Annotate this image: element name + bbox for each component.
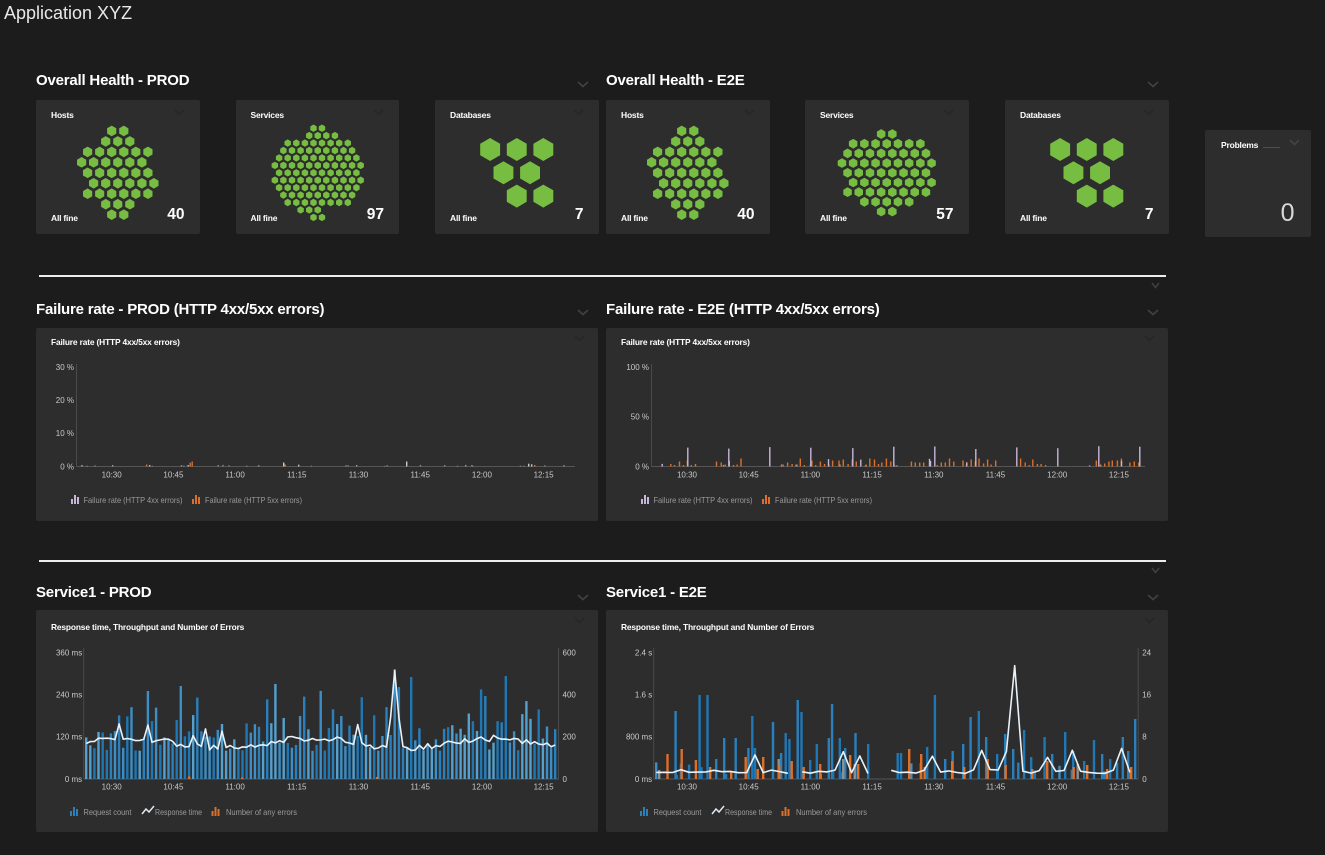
- svg-text:10:45: 10:45: [163, 783, 184, 792]
- svg-text:0: 0: [563, 775, 568, 784]
- svg-text:11:30: 11:30: [924, 783, 944, 792]
- svg-text:100 %: 100 %: [626, 363, 649, 372]
- svg-text:12:00: 12:00: [472, 471, 493, 480]
- svg-text:10:30: 10:30: [677, 783, 698, 792]
- svg-text:11:15: 11:15: [287, 783, 307, 792]
- svg-text:10:45: 10:45: [739, 471, 760, 480]
- svg-text:11:00: 11:00: [225, 471, 245, 480]
- svg-text:Response time: Response time: [155, 807, 202, 817]
- svg-text:Request count: Request count: [654, 807, 703, 817]
- svg-text:120 ms: 120 ms: [56, 733, 82, 742]
- svg-text:50 %: 50 %: [631, 413, 649, 422]
- svg-text:11:30: 11:30: [349, 783, 369, 792]
- svg-text:240 ms: 240 ms: [56, 690, 82, 699]
- svg-text:Failure rate (HTTP 4xx errors): Failure rate (HTTP 4xx errors): [654, 495, 753, 505]
- svg-text:11:15: 11:15: [862, 471, 882, 480]
- svg-text:24: 24: [1142, 648, 1151, 657]
- svg-text:600: 600: [563, 648, 577, 657]
- svg-text:200: 200: [563, 733, 577, 742]
- svg-text:20 %: 20 %: [56, 396, 74, 405]
- svg-text:800 ms: 800 ms: [626, 733, 652, 742]
- svg-text:10:30: 10:30: [102, 783, 123, 792]
- svg-text:1.6 s: 1.6 s: [635, 690, 652, 699]
- svg-text:10:45: 10:45: [163, 471, 184, 480]
- svg-text:11:15: 11:15: [862, 783, 882, 792]
- svg-text:10:45: 10:45: [739, 783, 760, 792]
- svg-text:Response time: Response time: [725, 807, 772, 817]
- svg-text:11:15: 11:15: [287, 471, 307, 480]
- svg-text:11:45: 11:45: [410, 471, 430, 480]
- svg-text:12:00: 12:00: [1047, 471, 1068, 480]
- svg-text:11:00: 11:00: [225, 783, 245, 792]
- svg-text:12:15: 12:15: [1109, 783, 1130, 792]
- svg-text:11:45: 11:45: [986, 783, 1006, 792]
- svg-text:10:30: 10:30: [102, 471, 123, 480]
- svg-text:10 %: 10 %: [56, 429, 74, 438]
- svg-text:0 ms: 0 ms: [635, 775, 652, 784]
- svg-text:8: 8: [1142, 733, 1147, 742]
- svg-text:12:00: 12:00: [472, 783, 493, 792]
- svg-text:30 %: 30 %: [56, 363, 74, 372]
- svg-text:0: 0: [1142, 775, 1147, 784]
- svg-text:Failure rate (HTTP 5xx errors): Failure rate (HTTP 5xx errors): [775, 495, 872, 505]
- svg-text:Failure rate (HTTP 5xx errors): Failure rate (HTTP 5xx errors): [205, 495, 302, 505]
- svg-text:12:00: 12:00: [1047, 783, 1068, 792]
- svg-text:11:45: 11:45: [410, 783, 430, 792]
- svg-text:2.4 s: 2.4 s: [635, 648, 652, 657]
- svg-text:16: 16: [1142, 690, 1151, 699]
- svg-text:11:30: 11:30: [924, 471, 944, 480]
- svg-text:400: 400: [563, 690, 577, 699]
- svg-text:Failure rate (HTTP 4xx errors): Failure rate (HTTP 4xx errors): [84, 495, 183, 505]
- svg-text:10:30: 10:30: [677, 471, 698, 480]
- svg-text:12:15: 12:15: [1109, 471, 1130, 480]
- svg-text:360 ms: 360 ms: [56, 648, 82, 657]
- svg-text:11:00: 11:00: [801, 783, 821, 792]
- svg-text:11:45: 11:45: [986, 471, 1006, 480]
- svg-text:11:00: 11:00: [801, 471, 821, 480]
- svg-text:Number of any errors: Number of any errors: [796, 807, 867, 817]
- svg-text:Number of any errors: Number of any errors: [226, 807, 297, 817]
- svg-text:0 %: 0 %: [635, 462, 649, 471]
- svg-text:Request count: Request count: [84, 807, 133, 817]
- svg-text:11:30: 11:30: [349, 471, 369, 480]
- svg-text:0 ms: 0 ms: [65, 775, 82, 784]
- svg-text:12:15: 12:15: [534, 783, 555, 792]
- svg-text:0 %: 0 %: [60, 462, 74, 471]
- svg-text:12:15: 12:15: [534, 471, 555, 480]
